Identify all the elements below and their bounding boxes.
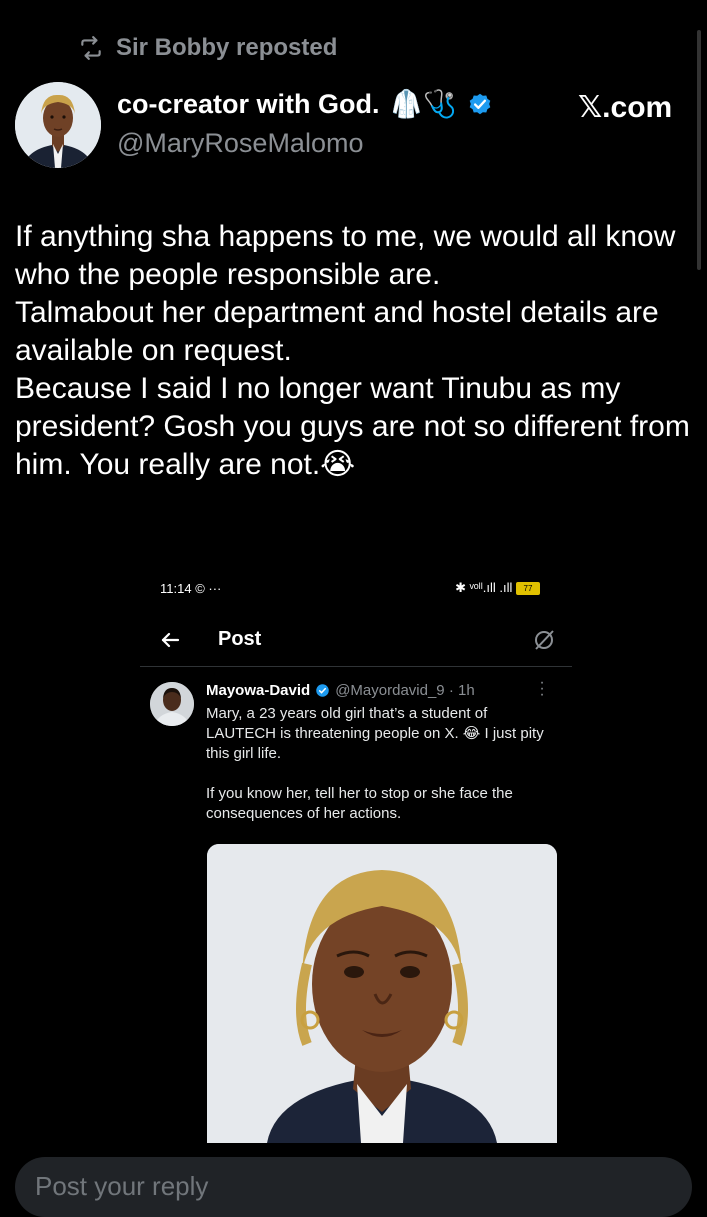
repost-context[interactable]: Sir Bobby reposted xyxy=(78,34,337,62)
post-line: Because I said I no longer want Tinubu a… xyxy=(15,372,690,481)
author-name[interactable]: co-creator with God. xyxy=(117,89,380,120)
post-header: Post xyxy=(140,616,572,667)
status-signal: ✱ ᵛᵒˡˡ.ıll .ıll xyxy=(455,580,513,595)
more-options-icon[interactable]: · · · xyxy=(538,675,546,703)
reply-author-name[interactable]: Mayowa-David xyxy=(206,682,310,699)
avatar[interactable] xyxy=(15,82,101,168)
reply-placeholder: Post your reply xyxy=(35,1171,209,1201)
author-emoji: 🥼🩺 xyxy=(389,89,457,119)
grok-icon[interactable] xyxy=(532,628,556,652)
back-arrow-icon[interactable] xyxy=(158,628,182,652)
post-line: Talmabout her department and hostel deta… xyxy=(15,296,659,367)
post-line: If anything sha happens to me, we would … xyxy=(15,220,676,291)
status-bar: 11:14 © ··· ✱ ᵛᵒˡˡ.ıll .ıll 77 xyxy=(160,578,540,598)
verified-badge-icon xyxy=(469,93,491,115)
repost-label: Sir Bobby reposted xyxy=(116,34,338,61)
page-title: Post xyxy=(218,628,262,650)
source-label: 𝕏.com xyxy=(578,91,673,124)
attached-photo[interactable] xyxy=(207,844,557,1143)
repost-icon xyxy=(81,36,101,60)
verified-badge-icon xyxy=(316,684,329,697)
reply-text: Mary, a 23 years old girl that’s a stude… xyxy=(206,704,550,824)
reply-paragraph: If you know her, tell her to stop or she… xyxy=(206,785,513,822)
author-name-row[interactable]: co-creator with God. 🥼🩺 xyxy=(117,88,493,120)
reply-paragraph: Mary, a 23 years old girl that’s a stude… xyxy=(206,705,544,762)
avatar-image xyxy=(15,82,101,168)
reply-avatar-image xyxy=(150,682,194,726)
reply-author-handle[interactable]: @Mayordavid_9 · 1h xyxy=(335,682,474,699)
portrait-image xyxy=(207,844,557,1143)
embedded-screenshot[interactable]: 11:14 © ··· ✱ ᵛᵒˡˡ.ıll .ıll 77 Post Mayo… xyxy=(140,568,572,1143)
status-extra: © ··· xyxy=(195,580,222,596)
reply-avatar[interactable] xyxy=(150,682,194,726)
scrollbar[interactable] xyxy=(697,30,701,270)
author-handle[interactable]: @MaryRoseMalomo xyxy=(117,128,363,159)
post-text: If anything sha happens to me, we would … xyxy=(15,218,695,484)
status-time: 11:14 xyxy=(160,580,192,596)
battery-icon: 77 xyxy=(516,582,540,596)
reply-header[interactable]: Mayowa-David @Mayordavid_9 · 1h xyxy=(206,682,475,699)
reply-input[interactable]: Post your reply xyxy=(15,1157,692,1217)
